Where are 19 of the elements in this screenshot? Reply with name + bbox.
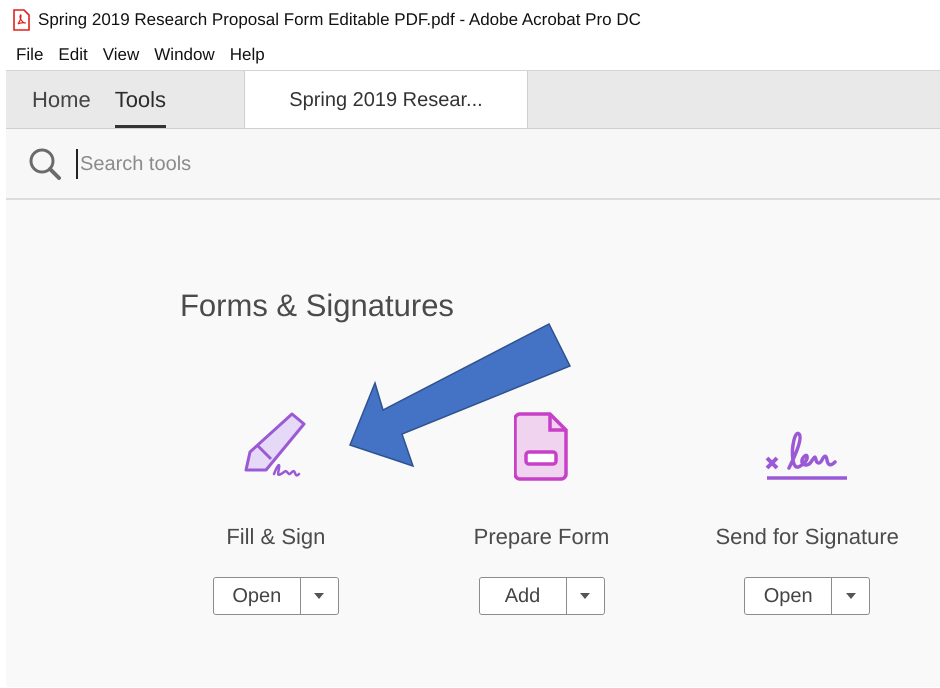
tool-label: Fill & Sign bbox=[226, 522, 326, 551]
tool-label: Send for Signature bbox=[715, 522, 899, 551]
tab[interactable]: Home bbox=[32, 71, 91, 128]
menu-item[interactable]: File bbox=[16, 42, 44, 68]
document-tab[interactable]: Spring 2019 Resear... bbox=[245, 71, 528, 128]
menu-item[interactable]: View bbox=[102, 42, 140, 68]
caret-icon bbox=[314, 592, 324, 598]
form-document-icon bbox=[514, 412, 570, 482]
caret-icon bbox=[580, 592, 590, 598]
menu-item[interactable]: Help bbox=[230, 42, 265, 68]
caret-icon bbox=[846, 592, 856, 598]
pdf-file-icon bbox=[12, 9, 30, 31]
section-title: Forms & Signatures bbox=[180, 287, 455, 325]
search-field[interactable]: Search tools bbox=[76, 148, 476, 178]
search-icon bbox=[28, 146, 62, 180]
menu-item[interactable]: Edit bbox=[58, 42, 88, 68]
tool-label: Prepare Form bbox=[474, 522, 610, 551]
window-title: Spring 2019 Research Proposal Form Editable PDF.pdf - Adobe Acrobat Pro DC bbox=[38, 9, 641, 32]
menu-item[interactable]: Window bbox=[154, 42, 215, 68]
